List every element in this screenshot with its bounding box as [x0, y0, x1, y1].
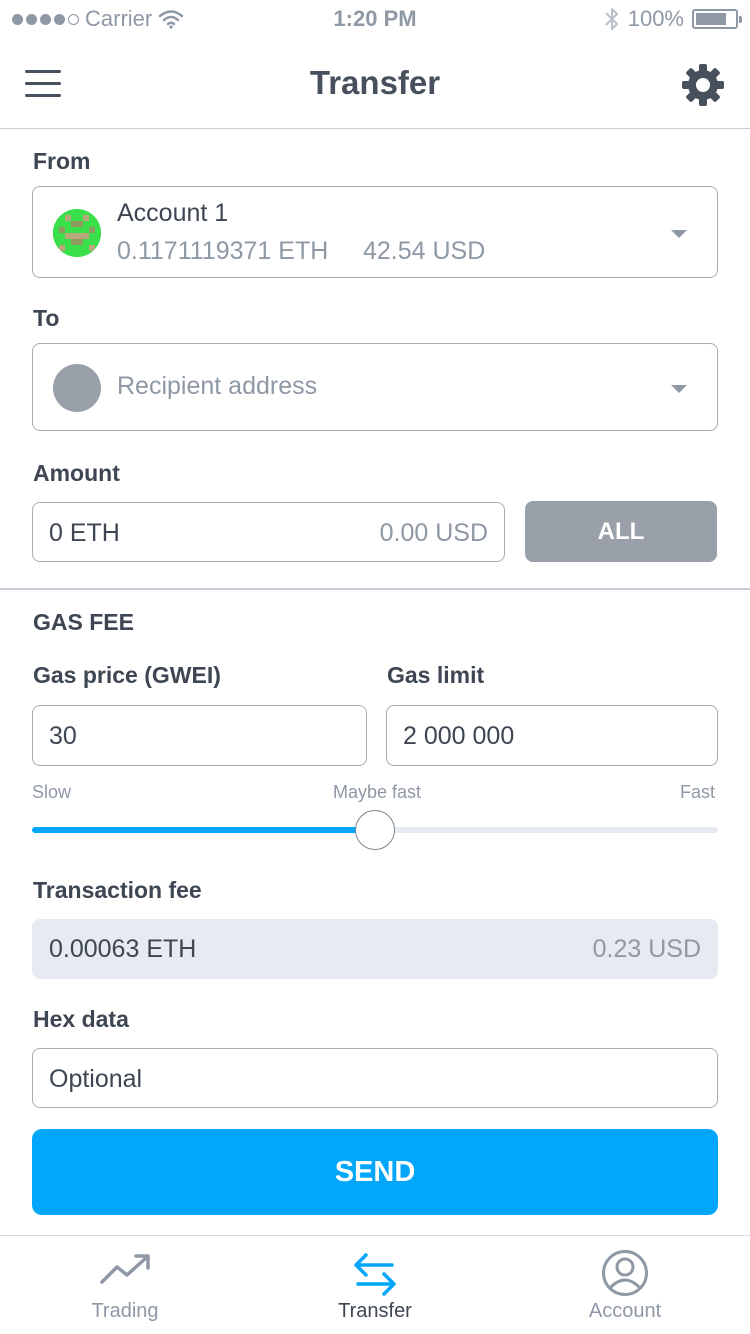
status-bar: Carrier 1:20 PM 100% — [0, 0, 750, 40]
to-label: To — [33, 305, 60, 331]
tab-trading-label: Trading — [91, 1300, 159, 1322]
transaction-fee-label: Transaction fee — [33, 877, 202, 903]
page-title: Transfer — [309, 64, 441, 101]
fee-eth: 0.00063 ETH — [49, 935, 197, 963]
gear-icon[interactable] — [680, 62, 726, 108]
hex-data-placeholder: Optional — [49, 1065, 143, 1093]
fee-usd: 0.23 USD — [592, 935, 701, 963]
battery-indicator: 100% — [604, 6, 742, 32]
gas-fee-title: GAS FEE — [33, 609, 134, 635]
gas-price-input[interactable]: 30 — [32, 705, 367, 766]
from-label: From — [33, 148, 91, 174]
slider-thumb[interactable] — [355, 810, 395, 850]
transfer-arrows-icon — [354, 1253, 396, 1296]
from-account-select[interactable]: Account 1 0.1171119371 ETH 42.54 USD — [32, 186, 718, 278]
slider-min-label: Slow — [32, 782, 72, 802]
tab-trading[interactable]: Trading — [0, 1236, 250, 1334]
battery-percent: 100% — [627, 6, 684, 31]
recipient-placeholder: Recipient address — [117, 372, 318, 400]
account-avatar — [53, 209, 101, 257]
user-circle-icon — [602, 1250, 648, 1296]
hex-data-label: Hex data — [33, 1006, 129, 1032]
tab-account-label: Account — [588, 1300, 662, 1322]
tab-bar: Trading Transfer Account — [0, 1235, 750, 1334]
tab-transfer-label: Transfer — [338, 1300, 412, 1322]
gas-price-value: 30 — [49, 722, 77, 750]
bluetooth-icon — [605, 8, 618, 30]
transaction-fee-display: 0.00063 ETH 0.23 USD — [32, 919, 718, 979]
amount-label: Amount — [33, 460, 120, 486]
gas-limit-input[interactable]: 2 000 000 — [386, 705, 718, 766]
account-name: Account 1 — [117, 199, 229, 227]
amount-input[interactable]: 0 ETH 0.00 USD — [32, 502, 505, 562]
amount-usd: 0.00 USD — [379, 519, 488, 547]
slider-max-label: Fast — [679, 782, 715, 802]
slider-fill — [32, 827, 375, 833]
gas-price-slider[interactable] — [32, 810, 718, 850]
gas-limit-value: 2 000 000 — [403, 722, 515, 750]
account-balance-eth: 0.1171119371 ETH — [117, 237, 329, 265]
account-balance-usd: 42.54 USD — [363, 237, 486, 265]
nav-bar: Transfer — [0, 40, 750, 129]
recipient-avatar — [53, 364, 101, 412]
gas-price-label: Gas price (GWEI) — [33, 662, 221, 688]
gas-limit-label: Gas limit — [387, 662, 485, 688]
battery-icon — [692, 9, 742, 29]
tab-account[interactable]: Account — [500, 1236, 750, 1334]
trending-up-icon — [100, 1254, 150, 1284]
section-divider — [0, 588, 750, 590]
chevron-down-icon — [671, 230, 687, 238]
all-button[interactable]: ALL — [525, 501, 717, 562]
amount-value: 0 ETH — [49, 519, 120, 547]
tab-transfer[interactable]: Transfer — [250, 1236, 500, 1334]
send-button[interactable]: SEND — [32, 1129, 718, 1215]
chevron-down-icon — [671, 385, 687, 393]
hex-data-input[interactable]: Optional — [32, 1048, 718, 1108]
recipient-select[interactable]: Recipient address — [32, 343, 718, 431]
slider-mid-label: Maybe fast — [333, 782, 422, 802]
